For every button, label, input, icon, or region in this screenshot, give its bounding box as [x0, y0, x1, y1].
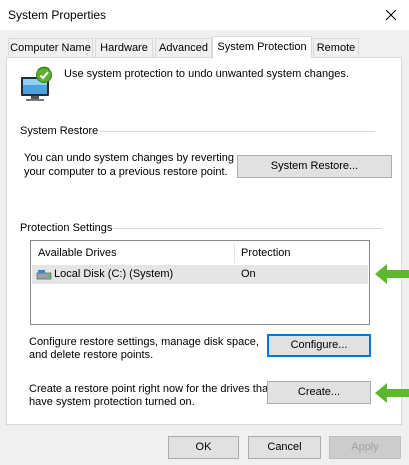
system-restore-description-line2: your computer to a previous restore poin…: [24, 166, 228, 178]
tab-remote[interactable]: Remote: [313, 38, 359, 57]
table-row[interactable]: Local Disk (C:) (System) On: [32, 265, 368, 284]
tab-advanced[interactable]: Advanced: [155, 38, 212, 57]
system-restore-description-line1: You can undo system changes by reverting: [24, 152, 234, 164]
drive-icon: [36, 269, 52, 280]
green-arrow-icon: [375, 382, 409, 407]
system-protection-icon: [18, 66, 56, 104]
ok-button[interactable]: OK: [168, 436, 239, 459]
apply-button[interactable]: Apply: [329, 436, 401, 459]
column-separator[interactable]: [234, 243, 235, 263]
configure-text-line1: Configure restore settings, manage disk …: [29, 336, 259, 348]
close-button[interactable]: [381, 5, 401, 25]
column-header-available-drives[interactable]: Available Drives: [38, 241, 117, 265]
create-text-line2: have system protection turned on.: [29, 396, 195, 408]
create-text-line1: Create a restore point right now for the…: [29, 383, 272, 395]
drives-list[interactable]: Available Drives Protection Local Disk (…: [30, 240, 370, 325]
green-arrow-icon: [375, 263, 409, 288]
window-title: System Properties: [8, 8, 107, 22]
configure-button[interactable]: Configure...: [267, 334, 371, 357]
system-restore-button[interactable]: System Restore...: [237, 155, 392, 178]
cancel-button[interactable]: Cancel: [248, 436, 321, 459]
system-restore-divider: [99, 131, 375, 132]
drive-protection-status: On: [241, 268, 256, 280]
intro-text: Use system protection to undo unwanted s…: [64, 68, 349, 80]
tab-system-protection[interactable]: System Protection: [212, 36, 312, 58]
protection-settings-heading: Protection Settings: [20, 222, 113, 234]
create-button[interactable]: Create...: [267, 381, 371, 404]
drive-name: Local Disk (C:) (System): [54, 268, 174, 280]
protection-settings-divider: [113, 228, 382, 229]
tab-computer-name[interactable]: Computer Name: [8, 38, 93, 57]
column-header-protection[interactable]: Protection: [241, 241, 291, 265]
system-restore-heading: System Restore: [20, 125, 99, 137]
configure-text-line2: and delete restore points.: [29, 349, 154, 361]
tab-hardware[interactable]: Hardware: [95, 38, 153, 57]
title-bar: System Properties: [0, 0, 409, 30]
close-icon: [386, 10, 396, 20]
